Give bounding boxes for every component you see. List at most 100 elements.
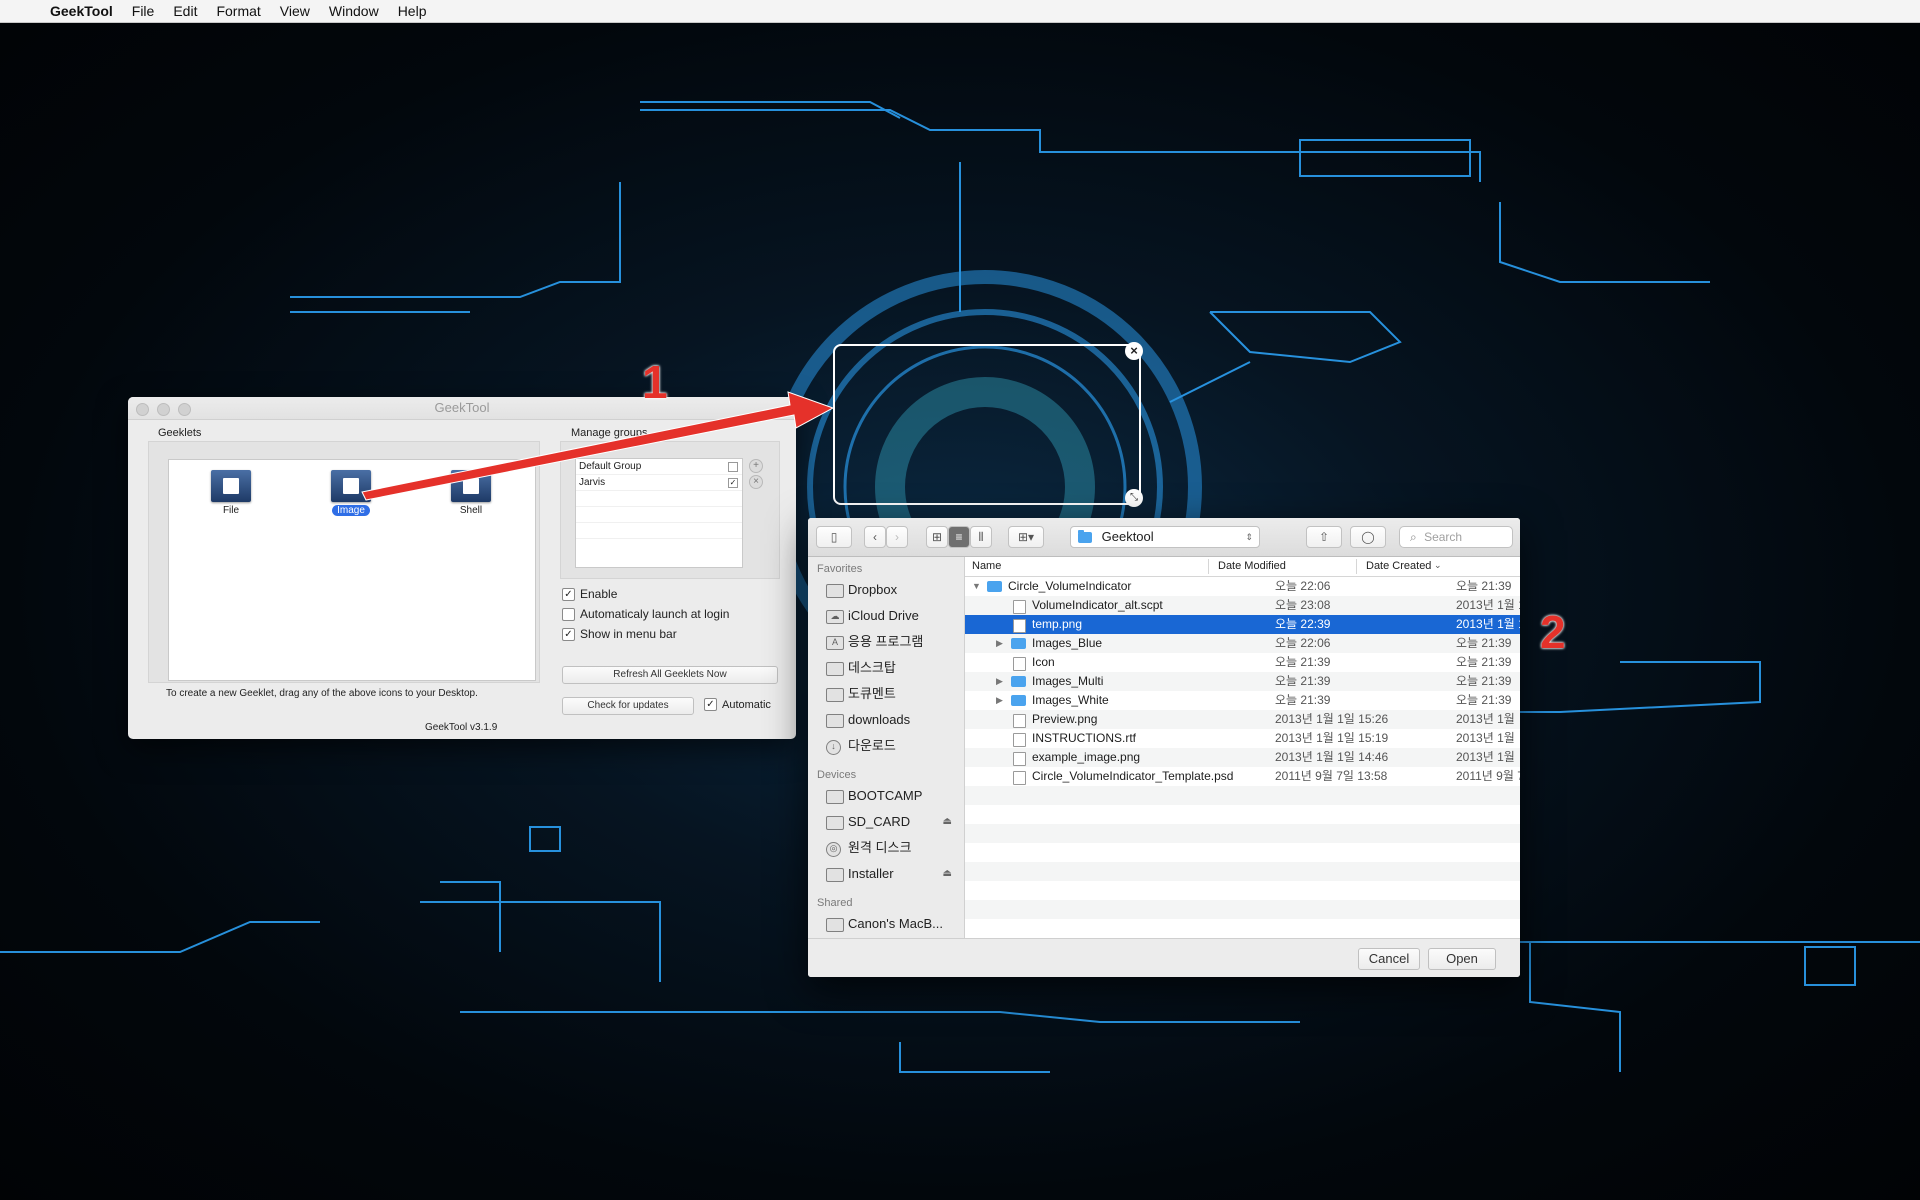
file-row[interactable]: ▼ Circle_VolumeIndicator 오늘 22:06 오늘 21:39 xyxy=(965,577,1520,596)
empty-row xyxy=(965,786,1520,805)
folder-icon xyxy=(1011,676,1026,687)
disclosure-closed-icon[interactable]: ▶ xyxy=(996,634,1003,653)
add-group-button[interactable]: + xyxy=(749,459,763,473)
column-header-created[interactable]: Date Created xyxy=(1366,560,1431,572)
geeklet-shell[interactable]: Shell xyxy=(441,470,501,516)
file-date-modified: 2013년 1월 1일 14:46 xyxy=(1275,750,1389,764)
group-checkbox-default[interactable] xyxy=(728,462,738,472)
file-date-created: 오늘 21:39 xyxy=(1456,693,1512,707)
file-row[interactable]: Icon 오늘 21:39 오늘 21:39 xyxy=(965,653,1520,672)
group-checkbox-jarvis[interactable]: ✓ xyxy=(728,478,738,488)
close-window-icon[interactable] xyxy=(136,403,149,416)
file-icon xyxy=(1013,771,1026,785)
file-row[interactable]: ▶ Images_Blue 오늘 22:06 오늘 21:39 xyxy=(965,634,1520,653)
file-icon xyxy=(1013,752,1026,766)
column-view-icon[interactable]: ⫴ xyxy=(970,526,992,548)
file-geeklet-icon xyxy=(211,470,251,502)
disclosure-open-icon[interactable]: ▼ xyxy=(972,577,981,596)
menu-file[interactable]: File xyxy=(132,3,155,19)
enable-checkbox-box[interactable]: ✓ xyxy=(562,587,575,601)
search-input[interactable]: ⌕ Search xyxy=(1399,526,1513,548)
launch-at-login-checkbox[interactable]: Automaticaly launch at login xyxy=(562,607,729,621)
eject-icon[interactable]: ⏏ xyxy=(943,809,952,835)
show-in-menubar-checkbox[interactable]: ✓ Show in menu bar xyxy=(562,627,677,641)
sidebar-item-downloads[interactable]: ↓ 다운로드 xyxy=(808,733,964,759)
sidebar-item-applications[interactable]: A 응용 프로그램 xyxy=(808,629,964,655)
resize-handle-icon[interactable]: ⤡ xyxy=(1125,489,1143,507)
menu-format[interactable]: Format xyxy=(216,3,260,19)
sidebar-item-desktop[interactable]: 데스크탑 xyxy=(808,655,964,681)
group-row-empty xyxy=(576,491,742,507)
sidebar-toggle-icon[interactable]: ▯ xyxy=(816,526,852,548)
column-header-name[interactable]: Name xyxy=(972,560,1001,572)
file-date-created: 2013년 1월 xyxy=(1456,750,1515,764)
sidebar-item-remote-disc[interactable]: ◎ 원격 디스크 xyxy=(808,835,964,861)
sidebar-item-shared-mac[interactable]: Canon's MacB... xyxy=(808,911,964,937)
download-icon: ↓ xyxy=(826,740,841,755)
menu-edit[interactable]: Edit xyxy=(173,3,197,19)
folder-icon xyxy=(1078,530,1092,544)
disclosure-closed-icon[interactable]: ▶ xyxy=(996,691,1003,710)
refresh-all-button[interactable]: Refresh All Geeklets Now xyxy=(562,666,778,684)
arrange-menu-icon[interactable]: ⊞▾ xyxy=(1008,526,1044,548)
sidebar-item-sd-card[interactable]: SD_CARD ⏏ xyxy=(808,809,964,835)
check-for-updates-button[interactable]: Check for updates xyxy=(562,697,694,715)
geeklet-file[interactable]: File xyxy=(201,470,261,516)
file-row[interactable]: INSTRUCTIONS.rtf 2013년 1월 1일 15:19 2013년 1… xyxy=(965,729,1520,748)
folder-path-popup[interactable]: Geektool ⇕ xyxy=(1070,526,1260,548)
menu-app-name[interactable]: GeekTool xyxy=(50,3,113,19)
file-date-modified: 2013년 1월 1일 15:26 xyxy=(1275,712,1389,726)
group-row-default[interactable]: Default Group xyxy=(576,459,742,475)
file-row[interactable]: ▶ Images_Multi 오늘 21:39 오늘 21:39 xyxy=(965,672,1520,691)
geeklet-image[interactable]: Image xyxy=(321,470,381,516)
sidebar-item-downloads-folder[interactable]: downloads xyxy=(808,707,964,733)
file-date-modified: 오늘 23:08 xyxy=(1275,598,1331,612)
cancel-button[interactable]: Cancel xyxy=(1358,948,1420,970)
disclosure-closed-icon[interactable]: ▶ xyxy=(996,672,1003,691)
column-header-modified[interactable]: Date Modified xyxy=(1218,560,1286,572)
share-icon[interactable]: ⇧ xyxy=(1306,526,1342,548)
file-name: Images_Blue xyxy=(1032,636,1103,650)
forward-icon[interactable]: › xyxy=(886,526,908,548)
close-icon[interactable]: × xyxy=(1125,342,1143,360)
menubar-checkbox-box[interactable]: ✓ xyxy=(562,627,575,641)
icon-view-icon[interactable]: ⊞ xyxy=(926,526,948,548)
sidebar-item-dropbox[interactable]: Dropbox xyxy=(808,577,964,603)
groups-list: Default Group Jarvis ✓ xyxy=(575,458,743,568)
file-row[interactable]: VolumeIndicator_alt.scpt 오늘 23:08 2013년 1월… xyxy=(965,596,1520,615)
zoom-window-icon[interactable] xyxy=(178,403,191,416)
launch-checkbox-box[interactable] xyxy=(562,607,575,621)
sidebar-item-documents[interactable]: 도큐멘트 xyxy=(808,681,964,707)
automatic-checkbox[interactable]: ✓ Automatic xyxy=(704,698,771,711)
menu-help[interactable]: Help xyxy=(398,3,427,19)
open-button[interactable]: Open xyxy=(1428,948,1496,970)
list-view-icon[interactable]: ≡ xyxy=(948,526,970,548)
disk-icon xyxy=(826,816,844,830)
geeklet-placement-box[interactable]: × ⤡ xyxy=(833,342,1143,507)
remove-group-button[interactable]: × xyxy=(749,475,763,489)
file-date-modified: 오늘 21:39 xyxy=(1275,674,1331,688)
file-row[interactable]: ▶ Images_White 오늘 21:39 오늘 21:39 xyxy=(965,691,1520,710)
file-row[interactable]: Circle_VolumeIndicator_Template.psd 2011년… xyxy=(965,767,1520,786)
empty-row xyxy=(965,862,1520,881)
apple-menu-icon[interactable] xyxy=(20,3,36,19)
back-icon[interactable]: ‹ xyxy=(864,526,886,548)
window-title: GeekTool xyxy=(434,400,490,415)
tag-icon[interactable]: ◯ xyxy=(1350,526,1386,548)
enable-checkbox[interactable]: ✓ Enable xyxy=(562,587,617,601)
file-name: Preview.png xyxy=(1032,712,1098,726)
minimize-window-icon[interactable] xyxy=(157,403,170,416)
file-date-created: 오늘 21:39 xyxy=(1456,655,1512,669)
file-row[interactable]: Preview.png 2013년 1월 1일 15:26 2013년 1월 xyxy=(965,710,1520,729)
eject-icon[interactable]: ⏏ xyxy=(943,861,952,887)
menu-window[interactable]: Window xyxy=(329,3,379,19)
group-row-jarvis[interactable]: Jarvis ✓ xyxy=(576,475,742,491)
file-row[interactable]: temp.png 오늘 22:39 2013년 1월 1 xyxy=(965,615,1520,634)
sidebar-item-installer[interactable]: Installer ⏏ xyxy=(808,861,964,887)
sidebar-item-icloud[interactable]: ☁ iCloud Drive xyxy=(808,603,964,629)
automatic-checkbox-box[interactable]: ✓ xyxy=(704,698,717,711)
menu-view[interactable]: View xyxy=(280,3,310,19)
file-row[interactable]: example_image.png 2013년 1월 1일 14:46 2013년 … xyxy=(965,748,1520,767)
sidebar-item-bootcamp[interactable]: BOOTCAMP xyxy=(808,783,964,809)
dialog-footer: Cancel Open xyxy=(808,938,1520,977)
